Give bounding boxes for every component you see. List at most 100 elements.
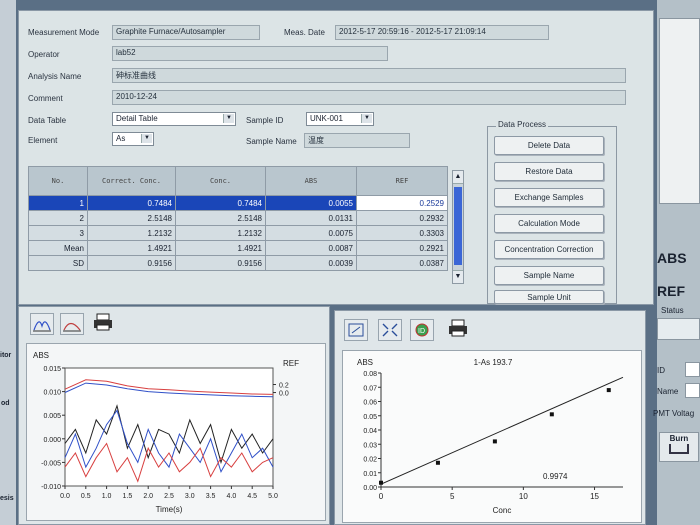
toolstrip-label-analysis[interactable]: esis (0, 495, 14, 502)
data-point (606, 388, 611, 393)
right-name-field (685, 383, 700, 398)
chevron-down-icon: ▼ (361, 114, 372, 123)
element-select-value: As (116, 134, 126, 143)
cell-conc: 0.7484 (175, 195, 266, 211)
y-axis-label: ABS (33, 351, 49, 360)
x-tick-label: 1.5 (123, 493, 133, 500)
cell-ref: 0.2921 (356, 240, 448, 256)
cell-correct-conc: 0.9156 (87, 255, 176, 271)
signal-plot-area: ABS REF 0.015 0.010 0.005 0.000 -0.005 -0.010 0.… (26, 343, 326, 521)
calibration-plot-area: ABS 1-As 193.7 0.08 0.07 0.06 0.05 0.04 0.03 0.0… (342, 350, 642, 523)
sample-name-label: Sample Name (246, 137, 297, 146)
right-id-label: ID (657, 366, 665, 375)
comment-label: Comment (28, 94, 63, 103)
calibration-chart: ABS 1-As 193.7 0.08 0.07 0.06 0.05 0.04 0.03 0.0… (357, 358, 624, 515)
right-status-label: Status (661, 306, 684, 315)
y-tick-label: 0.005 (43, 413, 61, 420)
burn-button-label: Burn (669, 434, 689, 443)
table-row[interactable]: 2 2.5148 2.5148 0.0131 0.2932 (28, 210, 448, 226)
cell-no: 2 (28, 210, 88, 226)
table-row[interactable]: 3 1.2132 1.2132 0.0075 0.3303 (28, 225, 448, 241)
analysis-name-field: 砷标准曲线 (112, 68, 626, 83)
r-value-label: 0.9974 (543, 472, 568, 481)
y-tick-label: 0.04 (363, 428, 377, 435)
chevron-down-icon: ▼ (141, 134, 152, 143)
table-row[interactable]: 1 0.7484 0.7484 0.0055 0.2529 (28, 195, 448, 211)
fit-line (380, 376, 624, 485)
x-tick-label: 5.0 (268, 493, 278, 500)
x-tick-label: 0 (379, 492, 384, 501)
right-ref-label: REF (657, 283, 685, 299)
peak-profile-icon[interactable] (30, 313, 54, 335)
date-field: 2012-5-17 20:59:16 - 2012-5-17 21:09:14 (335, 25, 549, 40)
data-table-select[interactable]: Detail Table ▼ (112, 112, 236, 126)
operator-field: lab52 (112, 46, 388, 61)
data-table-select-value: Detail Table (116, 114, 158, 123)
mode-field: Graphite Furnace/Autosampler (112, 25, 260, 40)
element-select[interactable]: As ▼ (112, 132, 154, 146)
table-row[interactable]: SD 0.9156 0.9156 0.0039 0.0387 (28, 255, 448, 271)
signal-chart: ABS REF 0.015 0.010 0.005 0.000 -0.005 -0.010 0.… (33, 351, 299, 514)
right-preview-box (659, 18, 700, 204)
x-tick-label: 5 (450, 492, 455, 501)
y-tick-label: 0.010 (43, 390, 61, 397)
cell-correct-conc: 2.5148 (87, 210, 176, 226)
concentration-correction-button[interactable]: Concentration Correction (494, 240, 604, 259)
cell-conc: 1.4921 (175, 240, 266, 256)
burn-button[interactable]: Burn (659, 432, 699, 462)
date-label: Meas. Date (284, 28, 325, 37)
cell-conc: 1.2132 (175, 225, 266, 241)
scroll-thumb[interactable] (454, 187, 462, 265)
printer-icon[interactable] (447, 318, 471, 340)
exchange-samples-button[interactable]: Exchange Samples (494, 188, 604, 207)
right-side-panel: ABS REF Status ID Name PMT Voltag Burn (653, 0, 700, 525)
y2-tick-label: 0.0 (279, 391, 289, 398)
cell-abs: 0.0075 (265, 225, 357, 241)
y-axis-label: ABS (357, 358, 373, 367)
delete-data-button[interactable]: Delete Data (494, 136, 604, 155)
svg-text:ID: ID (418, 328, 425, 335)
cell-abs: 0.0055 (265, 195, 357, 211)
burn-icon (669, 444, 689, 454)
x-tick-label: 4.0 (227, 493, 237, 500)
x-tick-label: 10 (519, 492, 528, 501)
cell-no: 3 (28, 225, 88, 241)
col-header-conc[interactable]: Conc. (175, 166, 266, 196)
sample-id-select[interactable]: UNK-001 ▼ (306, 112, 374, 126)
cell-conc: 0.9156 (175, 255, 266, 271)
col-header-no[interactable]: No. (28, 166, 88, 196)
calculation-mode-button[interactable]: Calculation Mode (494, 214, 604, 233)
expand-icon[interactable] (378, 319, 402, 341)
table-scrollbar[interactable]: ▲ ▼ (452, 170, 464, 284)
x-axis-label: Time(s) (156, 505, 183, 514)
printer-icon[interactable] (92, 312, 116, 334)
peak-overlay-icon[interactable] (60, 313, 84, 335)
y-tick-label: 0.02 (363, 457, 377, 464)
operator-label: Operator (28, 50, 60, 59)
toolstrip-label-method[interactable]: od (1, 400, 10, 407)
scroll-down-icon[interactable]: ▼ (453, 270, 463, 283)
calibration-view-icon[interactable]: ID (410, 319, 434, 341)
y-tick-label: -0.005 (41, 460, 61, 467)
col-header-correct-conc[interactable]: Correct. Conc. (87, 166, 176, 196)
y-tick-label: 0.05 (363, 414, 377, 421)
cell-abs: 0.0087 (265, 240, 357, 256)
cell-correct-conc: 1.2132 (87, 225, 176, 241)
data-point (435, 460, 440, 465)
col-header-abs[interactable]: ABS (265, 166, 357, 196)
cell-no: SD (28, 255, 88, 271)
toolstrip-label-monitor[interactable]: itor (0, 352, 11, 359)
zoom-fit-icon[interactable] (344, 319, 368, 341)
sample-unit-button[interactable]: Sample Unit (494, 290, 604, 304)
col-header-ref[interactable]: REF (356, 166, 448, 196)
y-tick-label: 0.06 (363, 400, 377, 407)
restore-data-button[interactable]: Restore Data (494, 162, 604, 181)
sample-name-button[interactable]: Sample Name (494, 266, 604, 285)
cell-ref: 0.2529 (356, 195, 448, 211)
right-status-box (657, 318, 700, 340)
scroll-up-icon[interactable]: ▲ (453, 171, 463, 184)
element-label: Element (28, 136, 58, 145)
y-tick-label: 0.07 (363, 385, 377, 392)
right-abs-label: ABS (657, 250, 687, 266)
table-row[interactable]: Mean 1.4921 1.4921 0.0087 0.2921 (28, 240, 448, 256)
